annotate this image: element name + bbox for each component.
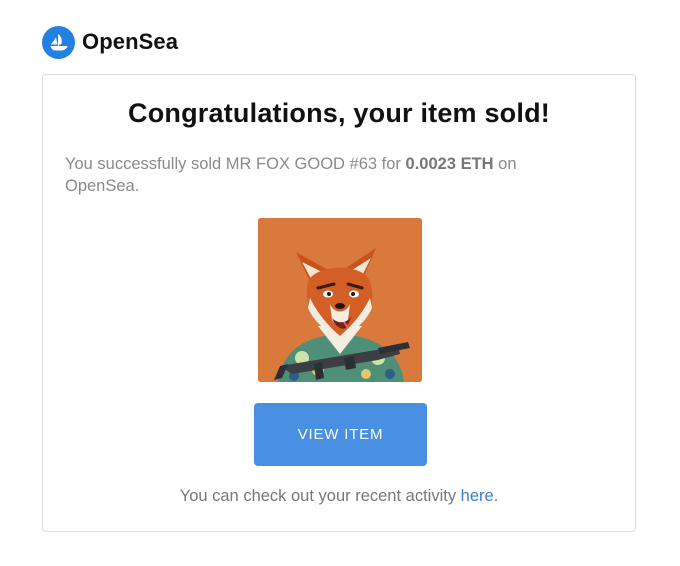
sale-message-prefix: You successfully sold MR FOX GOOD #63 fo…: [65, 155, 406, 173]
activity-here-link[interactable]: here: [461, 487, 494, 505]
fox-nft-image: [258, 218, 422, 382]
header: OpenSea: [42, 25, 178, 59]
sale-message: You successfully sold MR FOX GOOD #63 fo…: [65, 153, 585, 197]
sale-notification-card: Congratulations, your item sold! You suc…: [42, 74, 636, 532]
brand-name[interactable]: OpenSea: [82, 29, 178, 55]
activity-prefix: You can check out your recent activity: [179, 487, 461, 505]
recent-activity-text: You can check out your recent activity h…: [43, 487, 635, 506]
activity-suffix: .: [493, 487, 499, 505]
nft-item-image[interactable]: [258, 218, 422, 382]
view-item-button[interactable]: VIEW ITEM: [254, 403, 427, 466]
opensea-logo-icon[interactable]: [42, 25, 75, 59]
sale-amount: 0.0023 ETH: [405, 155, 494, 173]
page-title: Congratulations, your item sold!: [128, 98, 550, 128]
